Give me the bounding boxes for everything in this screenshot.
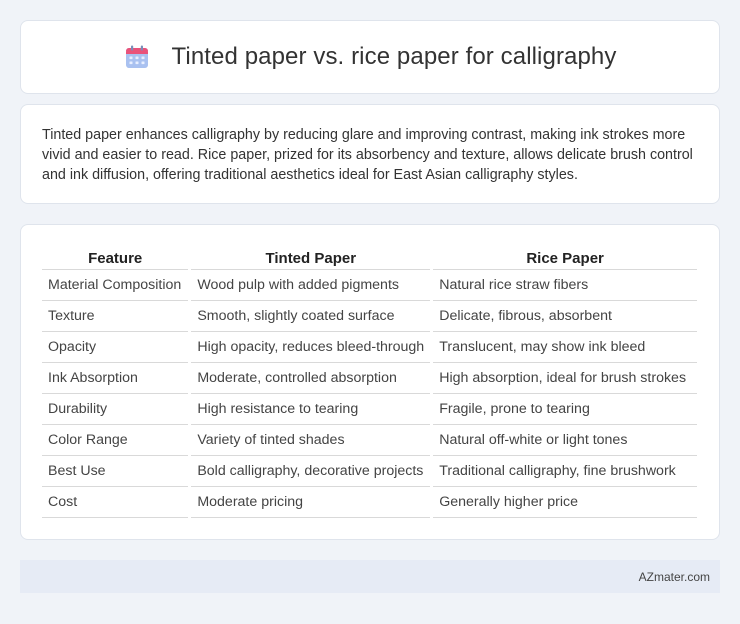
rice-paper-cell: Delicate, fibrous, absorbent	[430, 300, 697, 332]
feature-cell: Ink Absorption	[42, 362, 190, 394]
table-row: Texture Smooth, slightly coated surface …	[42, 300, 697, 332]
feature-cell: Opacity	[42, 331, 190, 363]
rice-paper-cell: Natural off-white or light tones	[430, 424, 697, 456]
table-row: Ink Absorption Moderate, controlled abso…	[42, 362, 697, 394]
footer-brand: AZmater.com	[638, 569, 710, 584]
tinted-paper-cell: Moderate, controlled absorption	[188, 362, 432, 394]
table-row: Cost Moderate pricing Generally higher p…	[42, 486, 697, 518]
table-row: Opacity High opacity, reduces bleed-thro…	[42, 331, 697, 363]
rice-paper-cell: Fragile, prone to tearing	[430, 393, 697, 425]
tinted-paper-cell: Wood pulp with added pigments	[188, 269, 432, 301]
tinted-paper-cell: High resistance to tearing	[188, 393, 432, 425]
table-row: Color Range Variety of tinted shades Nat…	[42, 424, 697, 456]
rice-paper-cell: Generally higher price	[430, 486, 697, 518]
table-row: Material Composition Wood pulp with adde…	[42, 269, 697, 301]
comparison-card: Feature Tinted Paper Rice Paper Material…	[20, 224, 720, 540]
rice-paper-cell: Natural rice straw fibers	[430, 269, 697, 301]
column-header-tinted-paper: Tinted Paper	[188, 247, 432, 270]
page-title: Tinted paper vs. rice paper for calligra…	[171, 43, 617, 70]
rice-paper-cell: Translucent, may show ink bleed	[430, 331, 697, 363]
intro-card: Tinted paper enhances calligraphy by red…	[20, 104, 720, 204]
table-row: Durability High resistance to tearing Fr…	[42, 393, 697, 425]
calendar-icon	[125, 45, 148, 68]
table-header-row: Feature Tinted Paper Rice Paper	[42, 247, 697, 270]
footer-bar: AZmater.com	[20, 560, 720, 593]
intro-paragraph: Tinted paper enhances calligraphy by red…	[42, 127, 693, 183]
feature-cell: Color Range	[42, 424, 190, 456]
feature-cell: Cost	[42, 486, 190, 518]
tinted-paper-cell: Variety of tinted shades	[188, 424, 432, 456]
feature-cell: Texture	[42, 300, 190, 332]
tinted-paper-cell: Smooth, slightly coated surface	[188, 300, 432, 332]
rice-paper-cell: High absorption, ideal for brush strokes	[430, 362, 697, 394]
tinted-paper-cell: Moderate pricing	[188, 486, 432, 518]
feature-cell: Best Use	[42, 455, 190, 487]
tinted-paper-cell: Bold calligraphy, decorative projects	[188, 455, 432, 487]
title-card: Tinted paper vs. rice paper for calligra…	[20, 20, 720, 94]
column-header-rice-paper: Rice Paper	[430, 247, 697, 270]
feature-cell: Durability	[42, 393, 190, 425]
column-header-feature: Feature	[42, 247, 190, 270]
title-wrap: Tinted paper vs. rice paper for calligra…	[124, 43, 617, 71]
table-row: Best Use Bold calligraphy, decorative pr…	[42, 455, 697, 487]
feature-cell: Material Composition	[42, 269, 190, 301]
rice-paper-cell: Traditional calligraphy, fine brushwork	[430, 455, 697, 487]
tinted-paper-cell: High opacity, reduces bleed-through	[188, 331, 432, 363]
comparison-table: Feature Tinted Paper Rice Paper Material…	[42, 247, 697, 518]
